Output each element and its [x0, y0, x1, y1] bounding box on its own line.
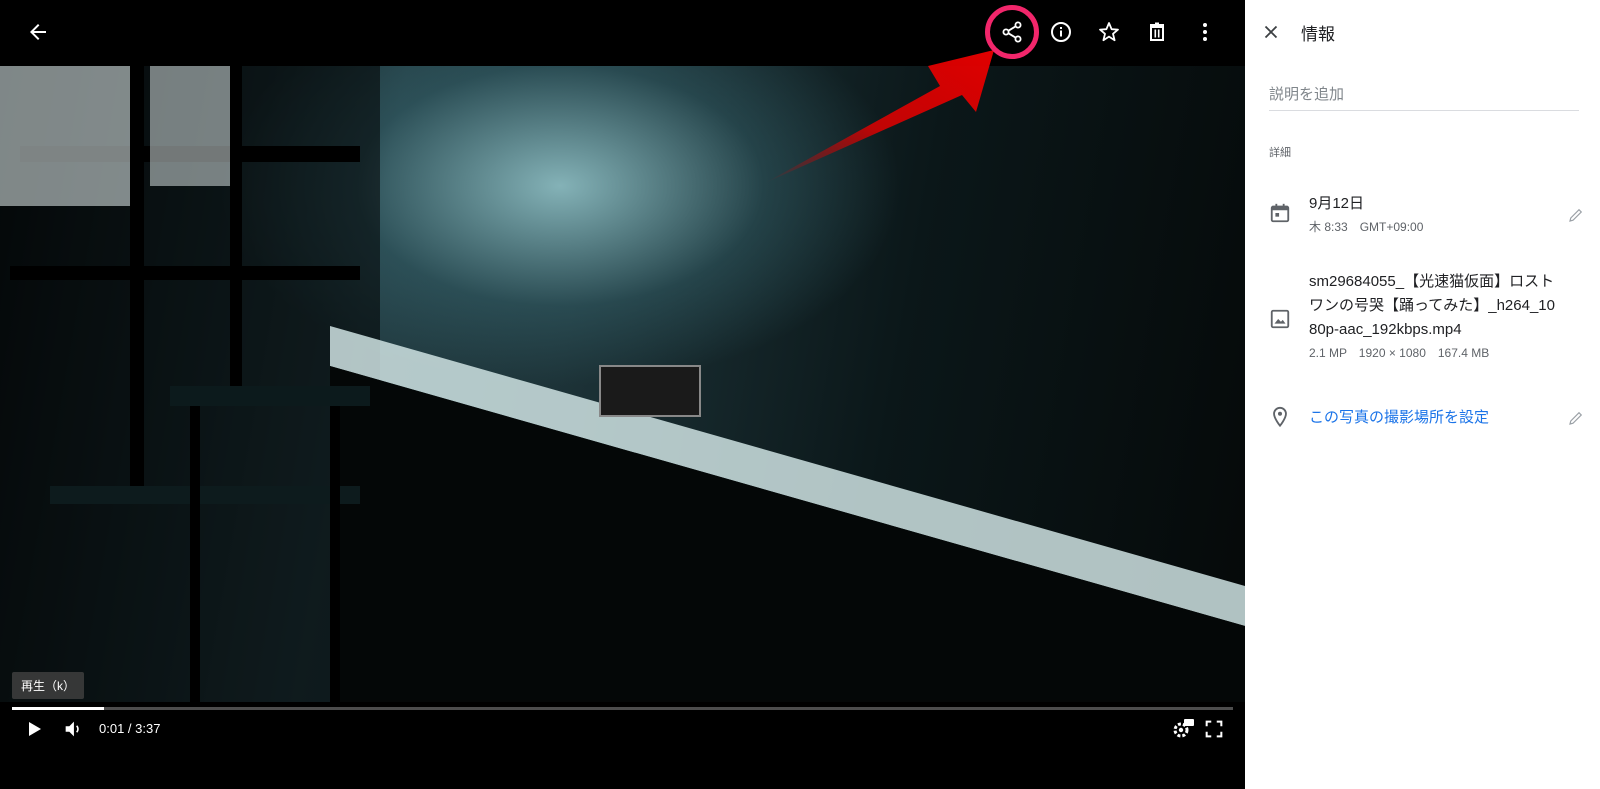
- location-pin-icon: [1273, 406, 1287, 428]
- close-icon: [1264, 25, 1278, 39]
- close-info-button[interactable]: [1257, 18, 1285, 46]
- fullscreen-button[interactable]: [1203, 714, 1225, 744]
- video-frame[interactable]: [0, 66, 1245, 702]
- back-button[interactable]: [18, 12, 58, 52]
- seek-bar-fill: [12, 707, 104, 710]
- annotation-circle: [985, 5, 1039, 59]
- video-scene: [0, 66, 1245, 702]
- trash-icon: [1150, 22, 1164, 41]
- info-icon: [1051, 22, 1071, 42]
- fullscreen-icon: [1205, 720, 1223, 738]
- date-secondary: 木 8:33 GMT+09:00: [1309, 220, 1424, 234]
- file-text: sm29684055_【光速猫仮面】ロストワンの号哭【踊ってみた】_h264_1…: [1309, 270, 1557, 361]
- more-vert-icon: [1203, 23, 1207, 41]
- file-name: sm29684055_【光速猫仮面】ロストワンの号哭【踊ってみた】_h264_1…: [1309, 273, 1555, 338]
- time-display: 0:01 / 3:37: [99, 721, 161, 736]
- delete-button[interactable]: [1137, 12, 1177, 52]
- viewer-toolbar: [0, 0, 1245, 64]
- star-outline-icon: [1099, 22, 1119, 42]
- date-row: 9月12日 木 8:33 GMT+09:00: [1245, 192, 1600, 242]
- volume-button[interactable]: [62, 714, 84, 744]
- play-button[interactable]: [22, 714, 46, 744]
- favorite-button[interactable]: [1089, 12, 1129, 52]
- quality-settings-button[interactable]: [1170, 714, 1194, 744]
- date-text: 9月12日 木 8:33 GMT+09:00: [1309, 192, 1557, 235]
- date-primary: 9月12日: [1309, 195, 1365, 212]
- play-tooltip: 再生（k）: [12, 672, 85, 699]
- volume-icon: [65, 721, 79, 737]
- info-panel: 情報 詳細 9月12日 木 8:33 GMT+09:00 sm29684055_…: [1245, 0, 1600, 789]
- location-row: この写真の撮影場所を設定: [1245, 404, 1600, 434]
- info-button[interactable]: [1041, 12, 1081, 52]
- set-location-link[interactable]: この写真の撮影場所を設定: [1309, 409, 1489, 426]
- image-icon: [1270, 309, 1290, 329]
- info-panel-title: 情報: [1301, 25, 1335, 44]
- file-meta: 2.1 MP 1920 × 1080 167.4 MB: [1309, 346, 1490, 360]
- edit-date-icon[interactable]: [1567, 206, 1585, 224]
- play-icon: [29, 722, 41, 736]
- calendar-icon: [1270, 203, 1290, 223]
- edit-location-icon[interactable]: [1567, 409, 1585, 427]
- seek-bar[interactable]: [12, 707, 1233, 710]
- location-text: この写真の撮影場所を設定: [1309, 406, 1557, 427]
- file-row: sm29684055_【光速猫仮面】ロストワンの号哭【踊ってみた】_h264_1…: [1245, 270, 1600, 366]
- more-options-button[interactable]: [1185, 12, 1225, 52]
- description-input[interactable]: [1269, 82, 1579, 111]
- settings-hd-icon: [1173, 719, 1194, 738]
- media-viewer: 再生（k） 0:01 / 3:37: [0, 0, 1245, 789]
- player-controls: 0:01 / 3:37: [0, 714, 1245, 744]
- details-heading: 詳細: [1269, 147, 1291, 159]
- arrow-back-icon: [30, 24, 46, 40]
